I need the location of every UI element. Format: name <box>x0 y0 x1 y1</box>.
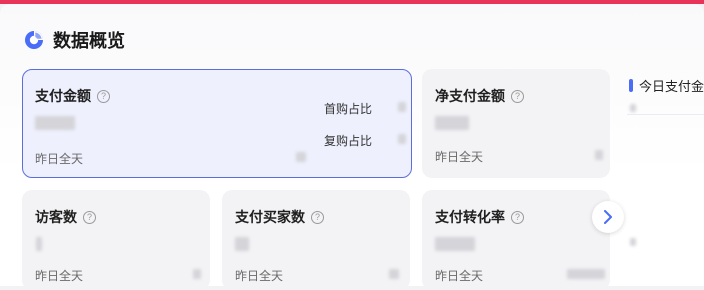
pie-chart-icon <box>25 31 43 49</box>
period-label: 昨日全天 <box>35 152 84 166</box>
period-value-blurred <box>296 152 306 162</box>
today-payment-panel: 今日支付金额 <box>622 70 704 286</box>
period-value-blurred <box>389 269 399 279</box>
metric-title: 访客数 ? <box>35 207 96 227</box>
metric-title: 净支付金额 ? <box>435 86 524 106</box>
period-label: 昨日全天 <box>435 269 484 283</box>
metric-card-net-payment-amount[interactable]: 净支付金额 ? 昨日全天 <box>422 69 610 178</box>
metric-value-blurred <box>435 116 469 130</box>
chart-value-blurred <box>630 238 636 246</box>
panel-header: 数据概览 <box>24 26 125 54</box>
metric-value-blurred <box>36 237 42 251</box>
repurchase-ratio-value-blurred <box>398 134 406 144</box>
metric-title: 支付买家数 ? <box>235 207 324 227</box>
chevron-right-icon <box>604 210 612 224</box>
question-circle-icon[interactable]: ? <box>97 89 110 103</box>
chart-value-blurred <box>630 104 636 112</box>
first-purchase-ratio-value-blurred <box>398 102 406 112</box>
metric-title: 支付金额 ? <box>35 86 110 106</box>
today-payment-title: 今日支付金额 <box>629 76 704 95</box>
period-label: 昨日全天 <box>435 150 484 164</box>
period-value-blurred <box>193 269 201 279</box>
question-circle-icon[interactable]: ? <box>511 89 524 103</box>
metric-card-visitors[interactable]: 访客数 ? 昨日全天 <box>22 190 210 290</box>
metric-value-blurred <box>35 116 75 130</box>
period-label: 昨日全天 <box>235 269 284 283</box>
question-circle-icon[interactable]: ? <box>83 210 96 224</box>
period-label: 昨日全天 <box>35 269 84 283</box>
metric-card-payment-amount[interactable]: 支付金额 ? 首购占比 复购占比 昨日全天 <box>22 69 412 178</box>
question-circle-icon[interactable]: ? <box>311 210 324 224</box>
metric-value-blurred <box>235 237 249 251</box>
metric-card-paying-buyers[interactable]: 支付买家数 ? 昨日全天 <box>222 190 410 290</box>
next-page-button[interactable] <box>592 201 624 233</box>
period-value-blurred <box>567 269 605 279</box>
title-accent-bar <box>629 79 633 92</box>
divider <box>627 114 704 115</box>
page-title: 数据概览 <box>53 31 125 51</box>
period-value-blurred <box>595 150 603 160</box>
question-circle-icon[interactable]: ? <box>511 210 524 224</box>
first-purchase-ratio-label: 首购占比 <box>324 102 373 116</box>
metric-value-blurred <box>435 237 475 251</box>
repurchase-ratio-label: 复购占比 <box>324 134 373 148</box>
metric-card-payment-conversion-rate[interactable]: 支付转化率 ? 昨日全天 <box>422 190 610 290</box>
metric-title: 支付转化率 ? <box>435 207 524 227</box>
